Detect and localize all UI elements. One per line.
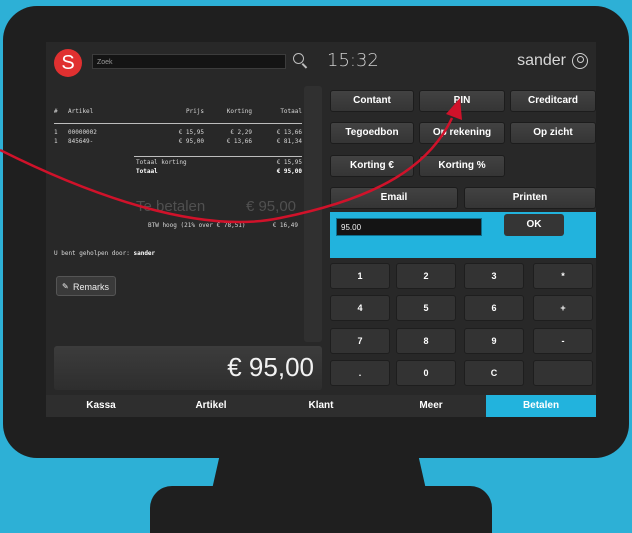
arrow-head-icon — [446, 98, 462, 120]
annotation-arrow — [0, 98, 462, 224]
arrow-curve — [0, 117, 454, 224]
